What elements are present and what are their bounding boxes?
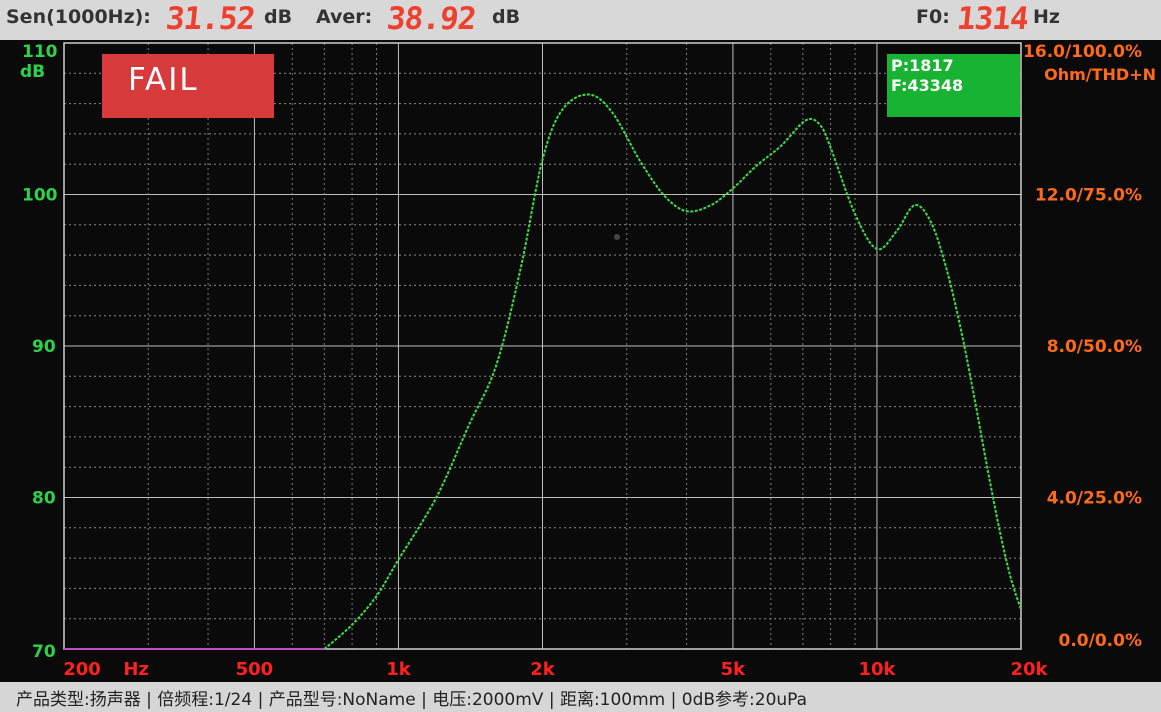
average-unit: dB — [492, 6, 521, 28]
average-label: Aver: — [316, 6, 373, 28]
y-tick-label: 110 — [22, 42, 58, 62]
status-footer: 产品类型:扬声器 | 倍频程:1/24 | 产品型号:NoName | 电压:2… — [0, 682, 1161, 712]
f0-unit: Hz — [1033, 6, 1060, 28]
x-tick-label: 200 — [63, 659, 101, 680]
y2-tick-label: 16.0/100.0% — [1023, 42, 1142, 62]
pass-count: P:1817 — [891, 56, 954, 75]
y-axis-unit-label: dB — [20, 62, 45, 82]
frequency-response-chart: 110 100 90 80 70 dB 0.0/0.0% 4.0/25.0% 8.0/50.0%… — [20, 42, 1156, 680]
sensitivity-label: Sen(1000Hz): — [6, 6, 151, 28]
y2-tick-label: 12.0/75.0% — [1035, 186, 1142, 206]
frequency-response-curve — [323, 93, 1022, 650]
sensitivity-value: 31.52 — [164, 1, 257, 37]
footer-info: 产品类型:扬声器 | 倍频程:1/24 | 产品型号:NoName | 电压:2… — [16, 690, 808, 710]
sensitivity-unit: dB — [264, 6, 293, 28]
y2-tick-label: 8.0/50.0% — [1047, 337, 1142, 357]
f0-value: 1314 — [955, 1, 1030, 37]
screen-dot — [614, 234, 620, 240]
x-axis-unit-label: Hz — [123, 659, 149, 680]
x-tick-label: 5k — [721, 659, 747, 680]
average-value: 38.92 — [385, 1, 478, 37]
y-tick-label: 80 — [32, 489, 56, 509]
y-tick-label: 70 — [32, 642, 56, 662]
y-tick-label: 100 — [22, 186, 58, 206]
y2-tick-label: 4.0/25.0% — [1047, 489, 1142, 509]
fail-label: FAIL — [128, 62, 199, 98]
pass-fail-counter: P:1817 F:43348 — [887, 54, 1020, 117]
x-tick-label: 10k — [858, 659, 896, 680]
f0-label: F0: — [916, 6, 950, 28]
frequency-response-plot: 110 100 90 80 70 dB 0.0/0.0% 4.0/25.0% 8.0/50.0%… — [0, 40, 1161, 682]
y-tick-label: 90 — [32, 337, 56, 357]
x-tick-label: 2k — [530, 659, 556, 680]
x-tick-label: 20k — [1010, 659, 1048, 680]
status-header: Sen(1000Hz): 31.52 dB Aver: 38.92 dB F0:… — [0, 0, 1161, 40]
y2-axis-label: Ohm/THD+N — [1044, 65, 1156, 84]
y2-tick-label: 0.0/0.0% — [1059, 631, 1142, 651]
x-tick-label: 1k — [386, 659, 412, 680]
fail-indicator: FAIL — [102, 54, 274, 118]
fail-count: F:43348 — [891, 76, 964, 95]
x-tick-label: 500 — [236, 659, 274, 680]
